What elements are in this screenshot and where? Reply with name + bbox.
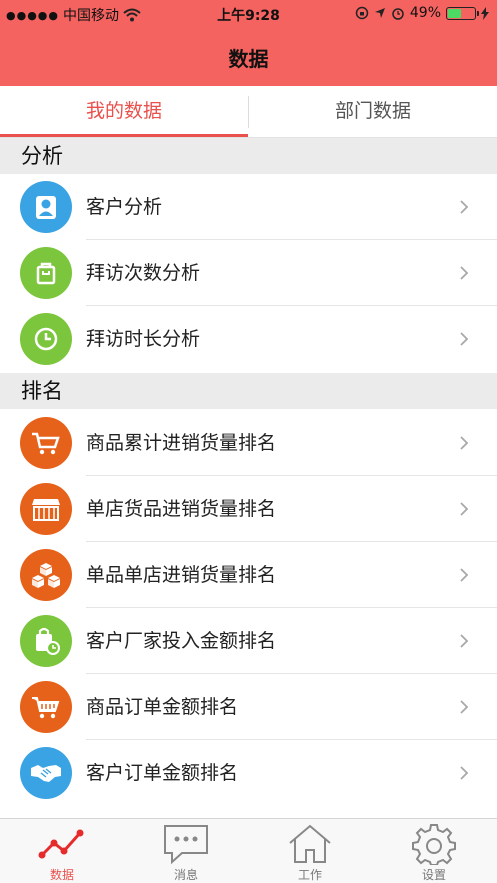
charging-icon	[481, 6, 489, 20]
handshake-icon	[20, 747, 72, 799]
list-item-label: 拜访次数分析	[86, 262, 201, 284]
section-header-analysis: 分析	[0, 138, 497, 174]
bottom-tab-work[interactable]: 工作	[248, 819, 372, 883]
bottom-tab-messages[interactable]: 消息	[124, 819, 248, 883]
chevron-right-icon	[460, 568, 469, 582]
battery-fill	[448, 8, 461, 18]
section-header-ranking: 排名	[0, 373, 497, 409]
list-item-customer-order-amount-ranking[interactable]: 客户订单金额排名	[0, 740, 497, 806]
bottom-tab-bar: 数据 消息 工作 设置	[0, 818, 497, 883]
list-item-label: 商品订单金额排名	[86, 696, 239, 718]
bottom-tab-label: 工作	[297, 868, 322, 882]
store-icon	[20, 483, 72, 535]
bag-icon	[20, 247, 72, 299]
shopping-bag-clock-icon	[20, 615, 72, 667]
list-item-product-order-amount-ranking[interactable]: 商品订单金额排名	[0, 674, 497, 740]
list-item-label: 客户订单金额排名	[86, 762, 239, 784]
tab-department-data[interactable]: 部门数据	[249, 86, 497, 138]
chevron-right-icon	[460, 502, 469, 516]
cart-icon	[20, 681, 72, 733]
home-icon	[289, 824, 331, 863]
list-item-label: 拜访时长分析	[86, 328, 201, 350]
list-item-customer-vendor-investment-ranking[interactable]: 客户厂家投入金额排名	[0, 608, 497, 674]
active-tab-indicator	[0, 134, 248, 137]
gear-icon	[412, 824, 456, 865]
bottom-tab-data[interactable]: 数据	[0, 819, 124, 883]
bottom-tab-label: 消息	[173, 868, 198, 882]
page-title: 数据	[228, 47, 269, 71]
chevron-right-icon	[460, 332, 469, 346]
bottom-tab-settings[interactable]: 设置	[372, 819, 496, 883]
bottom-tab-label: 数据	[49, 868, 74, 882]
clock-icon	[20, 313, 72, 365]
orientation-lock-icon	[355, 6, 369, 20]
list-item-product-cumulative-ranking[interactable]: 商品累计进销货量排名	[0, 410, 497, 476]
chevron-right-icon	[460, 200, 469, 214]
chart-line-icon	[38, 829, 84, 859]
chevron-right-icon	[460, 700, 469, 714]
battery-percent: 49%	[409, 5, 441, 21]
chevron-right-icon	[460, 766, 469, 780]
tab-my-data[interactable]: 我的数据	[0, 86, 248, 138]
chevron-right-icon	[460, 436, 469, 450]
person-icon	[20, 181, 72, 233]
list-item-visit-count-analysis[interactable]: 拜访次数分析	[0, 240, 497, 306]
list-item-label: 客户分析	[86, 196, 163, 218]
bottom-tab-label: 设置	[421, 868, 446, 882]
list-item-label: 商品累计进销货量排名	[86, 432, 277, 454]
boxes-icon	[20, 549, 72, 601]
list-item-single-store-goods-ranking[interactable]: 单店货品进销货量排名	[0, 476, 497, 542]
list-item-visit-duration-analysis[interactable]: 拜访时长分析	[0, 306, 497, 372]
alarm-icon	[392, 8, 404, 20]
message-icon	[164, 825, 208, 865]
chevron-right-icon	[460, 266, 469, 280]
list-item-single-product-store-ranking[interactable]: 单品单店进销货量排名	[0, 542, 497, 608]
segment-tabs: 我的数据 部门数据	[0, 86, 497, 138]
status-bar: ●●●●● 中国移动 上午9:28 49%	[0, 0, 497, 28]
cart-icon	[20, 417, 72, 469]
list-item-label: 客户厂家投入金额排名	[86, 630, 277, 652]
battery-icon	[446, 6, 479, 20]
list-item-customer-analysis[interactable]: 客户分析	[0, 174, 497, 240]
location-icon	[374, 8, 385, 18]
chevron-right-icon	[460, 634, 469, 648]
app-header: ●●●●● 中国移动 上午9:28 49% 数据	[0, 0, 497, 86]
list-item-label: 单品单店进销货量排名	[86, 564, 277, 586]
list-item-label: 单店货品进销货量排名	[86, 498, 277, 520]
